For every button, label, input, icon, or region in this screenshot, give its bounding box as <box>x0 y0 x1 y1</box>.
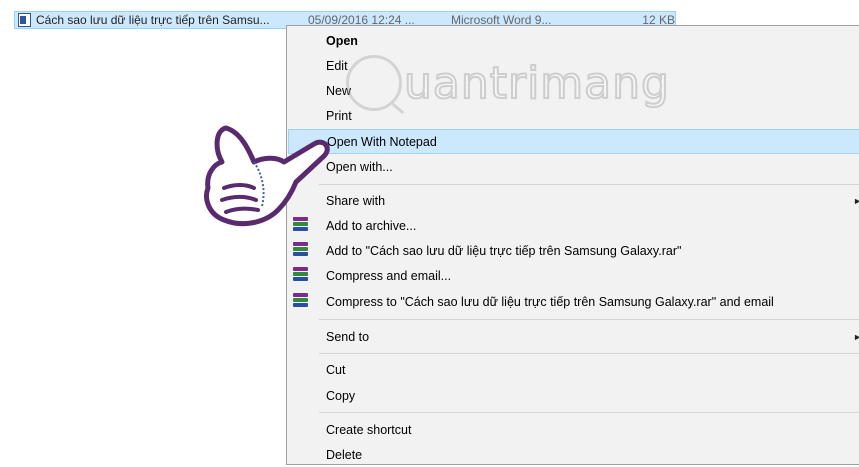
context-menu: Open Edit New Print Open With Notepad Op… <box>286 25 859 465</box>
menu-item-send-to[interactable]: Send to ► <box>288 324 859 349</box>
pointing-hand-icon <box>204 125 330 227</box>
menu-item-add-to-rar[interactable]: Add to "Cách sao lưu dữ liệu trực tiếp t… <box>288 238 859 263</box>
menu-separator <box>319 184 859 185</box>
menu-item-open-with-notepad[interactable]: Open With Notepad <box>288 129 859 154</box>
menu-item-new[interactable]: New <box>288 78 859 103</box>
file-name: Cách sao lưu dữ liệu trực tiếp trên Sams… <box>36 13 270 27</box>
menu-separator <box>319 353 859 354</box>
submenu-arrow-icon: ► <box>853 331 859 342</box>
menu-item-cut[interactable]: Cut <box>288 357 859 382</box>
menu-item-add-to-archive[interactable]: Add to archive... <box>288 213 859 238</box>
menu-item-open[interactable]: Open <box>288 28 859 53</box>
winrar-icon <box>293 242 308 258</box>
menu-item-print[interactable]: Print <box>288 103 859 128</box>
menu-separator <box>319 412 859 413</box>
winrar-icon <box>293 293 308 309</box>
menu-item-copy[interactable]: Copy <box>288 383 859 408</box>
menu-item-create-shortcut[interactable]: Create shortcut <box>288 417 859 442</box>
submenu-arrow-icon: ► <box>853 195 859 206</box>
word-document-icon <box>18 13 31 27</box>
winrar-icon <box>293 267 308 283</box>
menu-item-compress-to-rar-and-email[interactable]: Compress to "Cách sao lưu dữ liệu trực t… <box>288 289 859 314</box>
menu-item-delete[interactable]: Delete <box>288 442 859 467</box>
menu-item-share-with[interactable]: Share with ► <box>288 188 859 213</box>
menu-item-compress-and-email[interactable]: Compress and email... <box>288 263 859 288</box>
menu-separator <box>319 319 859 320</box>
menu-item-open-with[interactable]: Open with... <box>288 154 859 179</box>
menu-item-edit[interactable]: Edit <box>288 53 859 78</box>
